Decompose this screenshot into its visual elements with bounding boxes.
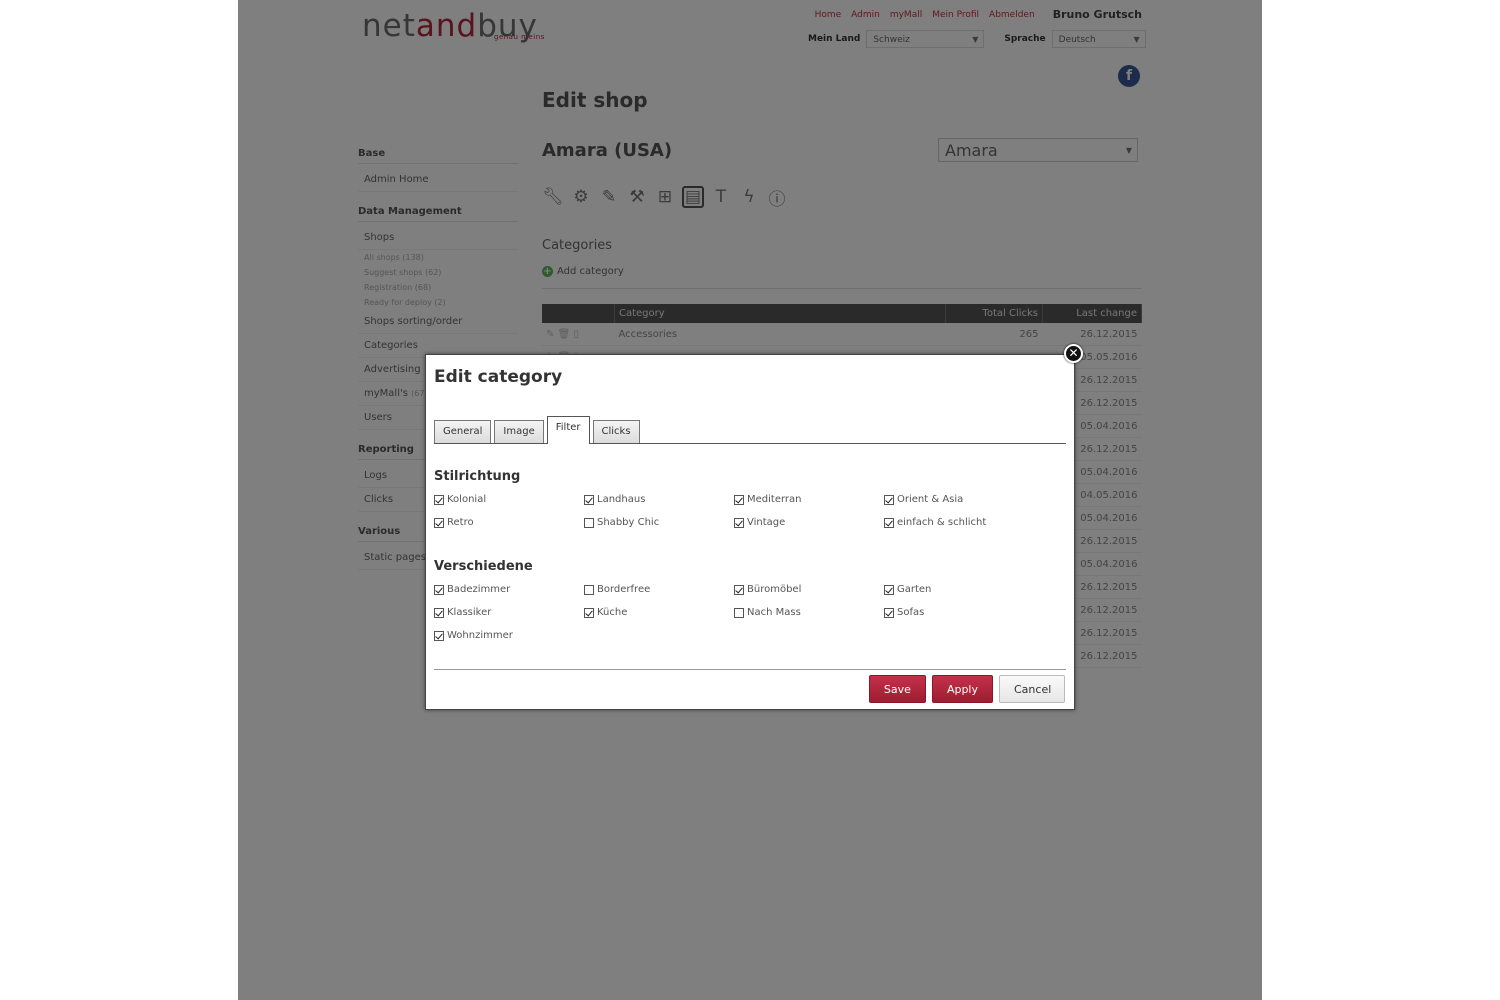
filter-checkbox[interactable]: Borderfree bbox=[584, 584, 734, 595]
filter-checkbox[interactable]: Orient & Asia bbox=[884, 494, 1034, 505]
checkbox-checked-icon[interactable] bbox=[584, 607, 594, 618]
tab-filter[interactable]: Filter bbox=[546, 416, 590, 444]
filter-checkbox-label: Vintage bbox=[747, 517, 786, 528]
checkbox-checked-icon[interactable] bbox=[434, 494, 444, 505]
filter-checkbox-label: Sofas bbox=[897, 607, 925, 618]
checkbox-unchecked-icon[interactable] bbox=[584, 584, 594, 595]
filter-options-grid: Badezimmer Borderfree Büromöbel Garten Klass… bbox=[434, 584, 1066, 641]
filter-checkbox-label: Klassiker bbox=[447, 607, 492, 618]
filter-checkbox-label: Büromöbel bbox=[747, 584, 802, 595]
checkbox-checked-icon[interactable] bbox=[434, 584, 444, 595]
tab-clicks[interactable]: Clicks bbox=[592, 420, 640, 443]
checkbox-checked-icon[interactable] bbox=[434, 607, 444, 618]
filter-checkbox[interactable]: Sofas bbox=[884, 607, 1034, 618]
edit-category-dialog: Edit category General Image Filter Click… bbox=[425, 354, 1075, 710]
filter-checkbox-label: Badezimmer bbox=[447, 584, 511, 595]
checkbox-checked-icon[interactable] bbox=[884, 607, 894, 618]
checkbox-checked-icon[interactable] bbox=[584, 494, 594, 505]
checkbox-checked-icon[interactable] bbox=[434, 517, 444, 528]
filter-group-stilrichtung: Stilrichtung Kolonial Landhaus Mediterran O… bbox=[434, 469, 1066, 528]
filter-checkbox-label: Retro bbox=[447, 517, 474, 528]
filter-checkbox[interactable]: Mediterran bbox=[734, 494, 884, 505]
filter-checkbox-label: Borderfree bbox=[597, 584, 651, 595]
filter-checkbox-label: Nach Mass bbox=[747, 607, 801, 618]
filter-checkbox-label: Garten bbox=[897, 584, 932, 595]
checkbox-checked-icon[interactable] bbox=[884, 517, 894, 528]
dialog-footer-divider bbox=[434, 669, 1066, 670]
dialog-title: Edit category bbox=[434, 367, 563, 387]
tab-general[interactable]: General bbox=[434, 420, 492, 443]
filter-checkbox[interactable]: Garten bbox=[884, 584, 1034, 595]
filter-checkbox[interactable]: Klassiker bbox=[434, 607, 584, 618]
filter-checkbox-label: Landhaus bbox=[597, 494, 646, 505]
filter-checkbox-label: einfach & schlicht bbox=[897, 517, 987, 528]
filter-checkbox[interactable]: Retro bbox=[434, 517, 584, 528]
checkbox-checked-icon[interactable] bbox=[884, 494, 894, 505]
filter-checkbox[interactable]: Shabby Chic bbox=[584, 517, 734, 528]
filter-checkbox[interactable]: Badezimmer bbox=[434, 584, 584, 595]
filter-checkbox[interactable]: Kolonial bbox=[434, 494, 584, 505]
filter-checkbox[interactable]: Nach Mass bbox=[734, 607, 884, 618]
filter-checkbox-label: Shabby Chic bbox=[597, 517, 660, 528]
checkbox-checked-icon[interactable] bbox=[734, 494, 744, 505]
checkbox-unchecked-icon[interactable] bbox=[584, 517, 594, 528]
checkbox-checked-icon[interactable] bbox=[884, 584, 894, 595]
filter-checkbox-label: Küche bbox=[597, 607, 628, 618]
filter-checkbox[interactable]: Vintage bbox=[734, 517, 884, 528]
filter-checkbox[interactable]: Büromöbel bbox=[734, 584, 884, 595]
filter-checkbox[interactable]: Landhaus bbox=[584, 494, 734, 505]
close-icon[interactable]: ✕ bbox=[1064, 344, 1083, 363]
filter-group-title: Verschiedene bbox=[434, 559, 533, 574]
filter-checkbox-label: Wohnzimmer bbox=[447, 630, 513, 641]
filter-checkbox[interactable]: Wohnzimmer bbox=[434, 630, 584, 641]
filter-checkbox-label: Orient & Asia bbox=[897, 494, 964, 505]
dialog-tabs: General Image Filter Clicks bbox=[434, 416, 1066, 444]
checkbox-unchecked-icon[interactable] bbox=[734, 607, 744, 618]
checkbox-checked-icon[interactable] bbox=[734, 517, 744, 528]
dialog-buttons: Save Apply Cancel bbox=[868, 675, 1065, 703]
checkbox-checked-icon[interactable] bbox=[734, 584, 744, 595]
filter-checkbox-label: Kolonial bbox=[447, 494, 487, 505]
tab-image[interactable]: Image bbox=[494, 420, 544, 443]
filter-group-verschiedene: Verschiedene Badezimmer Borderfree Büromöb… bbox=[434, 559, 1066, 641]
filter-checkbox[interactable]: einfach & schlicht bbox=[884, 517, 1034, 528]
filter-group-title: Stilrichtung bbox=[434, 469, 521, 484]
filter-options-grid: Kolonial Landhaus Mediterran Orient & Asia R… bbox=[434, 494, 1066, 528]
filter-checkbox[interactable]: Küche bbox=[584, 607, 734, 618]
apply-button[interactable]: Apply bbox=[931, 675, 993, 703]
filter-checkbox-label: Mediterran bbox=[747, 494, 802, 505]
checkbox-checked-icon[interactable] bbox=[434, 630, 444, 641]
save-button[interactable]: Save bbox=[868, 675, 926, 703]
cancel-button[interactable]: Cancel bbox=[999, 675, 1065, 703]
